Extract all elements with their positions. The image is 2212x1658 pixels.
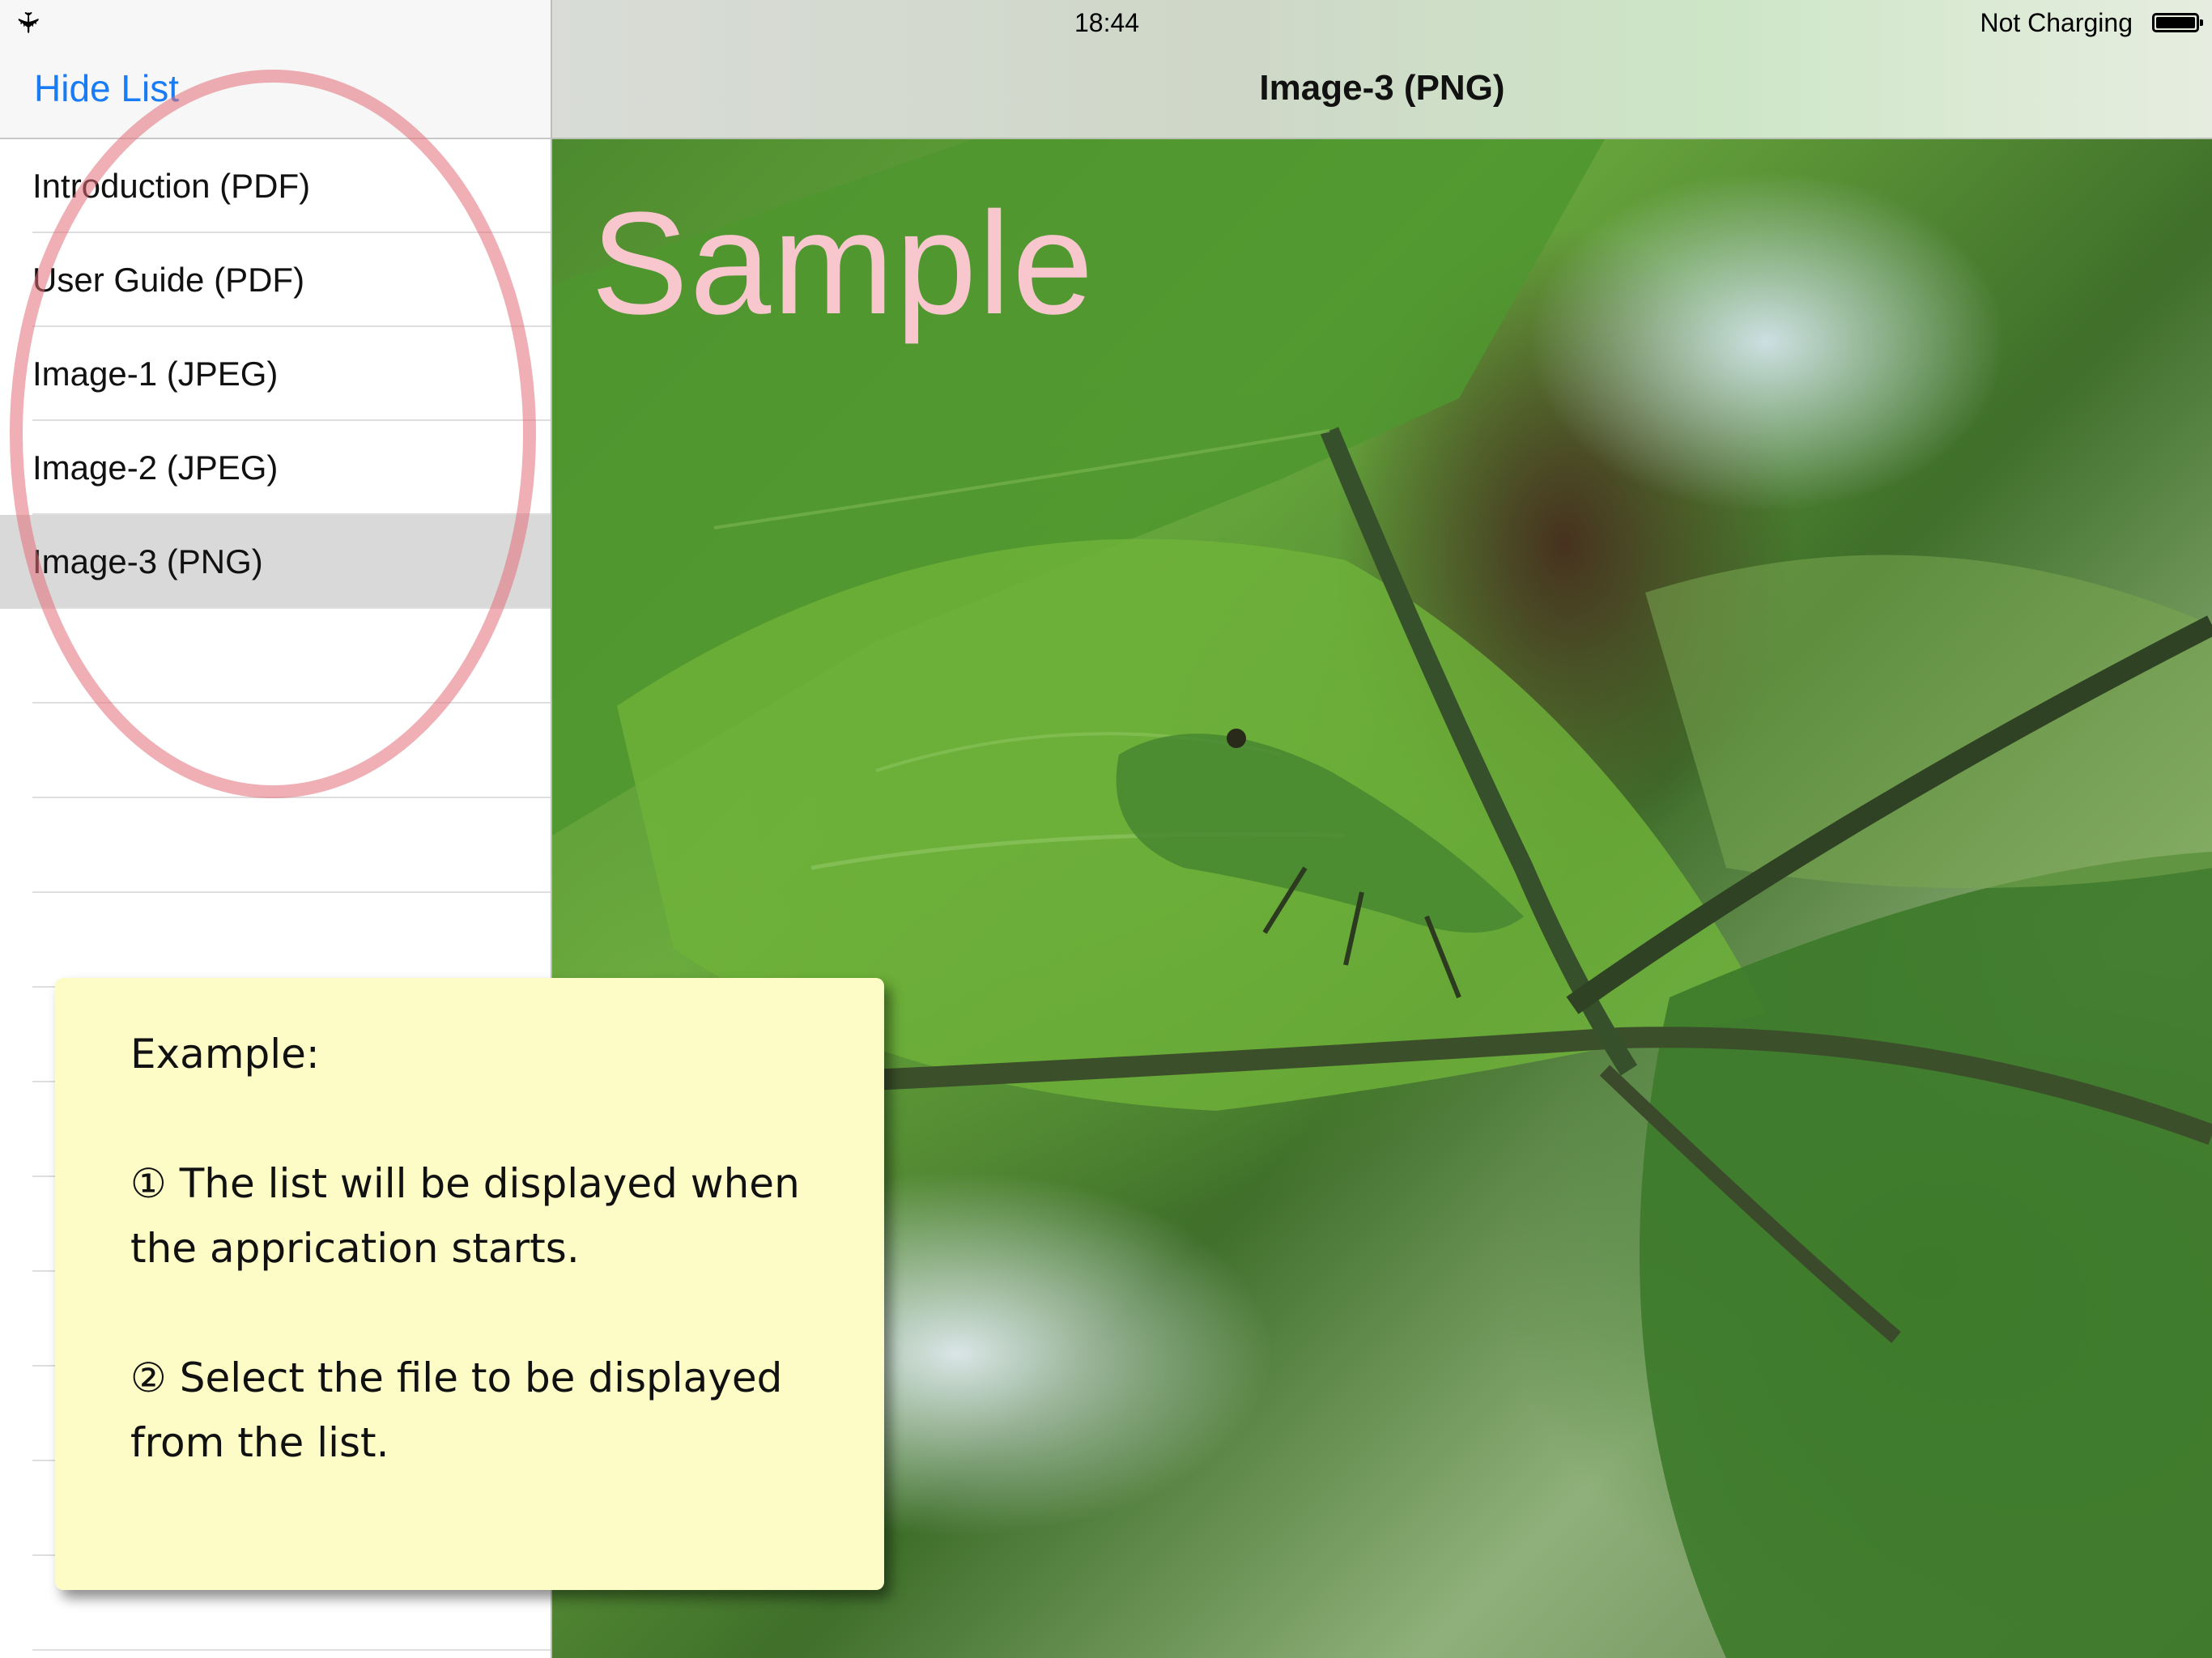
empty-list-row bbox=[0, 798, 551, 893]
empty-list-row bbox=[0, 609, 551, 704]
status-bar: 18:44 Not Charging bbox=[552, 0, 2212, 45]
hide-list-button[interactable]: Hide List bbox=[34, 66, 179, 110]
charging-status: Not Charging bbox=[1980, 8, 2133, 37]
battery-icon bbox=[2152, 13, 2203, 32]
list-item-image-3[interactable]: Image-3 (PNG) bbox=[0, 515, 551, 609]
sidebar-navigation-bar: ✈ Hide List bbox=[0, 0, 551, 139]
list-item-image-1[interactable]: Image-1 (JPEG) bbox=[0, 327, 551, 421]
list-item-image-2[interactable]: Image-2 (JPEG) bbox=[0, 421, 551, 515]
page-title: Image-3 (PNG) bbox=[1259, 68, 1505, 108]
note-heading: Example: bbox=[130, 1031, 320, 1078]
note-spacer bbox=[130, 1086, 884, 1151]
note-step-2-line-1: ② Select the file to be displayed bbox=[130, 1354, 783, 1401]
example-note: Example: ① The list will be displayed wh… bbox=[55, 978, 884, 1590]
note-step-2-line-2: from the list. bbox=[130, 1419, 389, 1466]
list-item-introduction[interactable]: Introduction (PDF) bbox=[0, 139, 551, 233]
note-step-1-line-2: the apprication starts. bbox=[130, 1225, 580, 1272]
list-item-user-guide[interactable]: User Guide (PDF) bbox=[0, 233, 551, 327]
note-spacer bbox=[130, 1281, 884, 1346]
sample-watermark: Sample bbox=[591, 182, 1095, 345]
airplane-icon: ✈ bbox=[11, 10, 45, 36]
note-step-1-line-1: ① The list will be displayed when bbox=[130, 1160, 800, 1207]
status-time: 18:44 bbox=[1074, 8, 1140, 37]
empty-list-row bbox=[0, 893, 551, 988]
empty-list-row bbox=[0, 704, 551, 798]
